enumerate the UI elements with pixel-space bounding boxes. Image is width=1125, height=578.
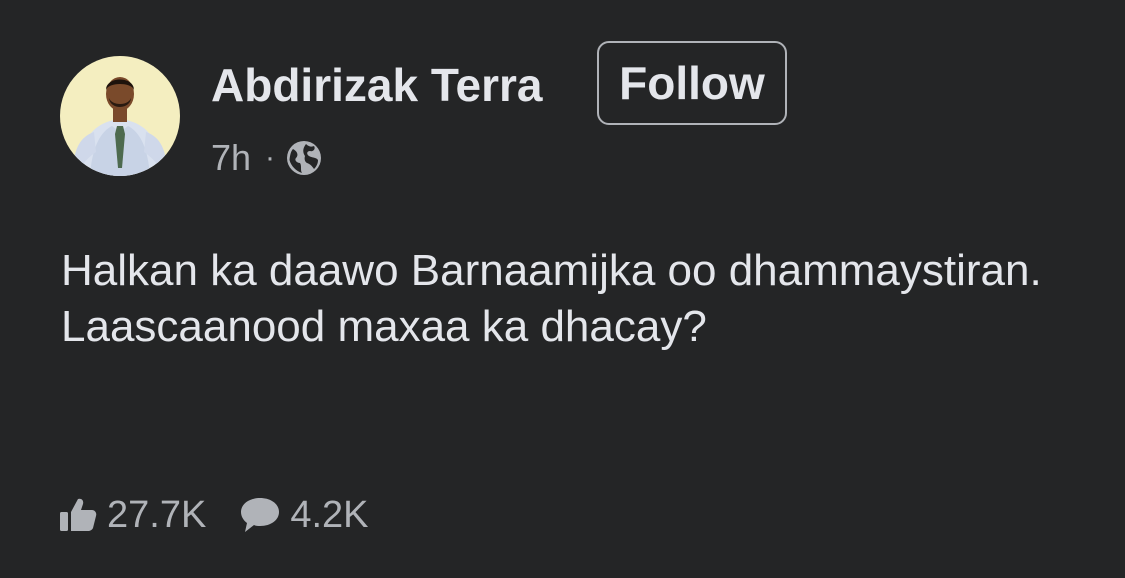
- post-timestamp[interactable]: 7h: [211, 137, 251, 179]
- follow-button[interactable]: Follow: [597, 41, 787, 125]
- comment-count[interactable]: 4.2K: [240, 494, 368, 537]
- comment-bubble-icon: [241, 498, 280, 532]
- like-count[interactable]: 27.7K: [59, 494, 206, 537]
- profile-photo: [60, 56, 180, 176]
- globe-icon[interactable]: [285, 139, 323, 177]
- post-card: Abdirizak Terra Follow 7h · Halkan ka da…: [0, 0, 1125, 578]
- like-count-value: 27.7K: [107, 493, 207, 536]
- meta-separator: ·: [265, 141, 276, 174]
- post-stats: 27.7K 4.2K: [59, 490, 368, 540]
- author-avatar[interactable]: [60, 56, 180, 176]
- author-name[interactable]: Abdirizak Terra: [211, 58, 542, 112]
- post-meta: 7h ·: [211, 136, 323, 180]
- thumbs-up-icon: [60, 498, 97, 531]
- comment-count-value: 4.2K: [290, 493, 369, 536]
- post-text: Halkan ka daawo Barnaamijka oo dhammayst…: [61, 246, 1042, 351]
